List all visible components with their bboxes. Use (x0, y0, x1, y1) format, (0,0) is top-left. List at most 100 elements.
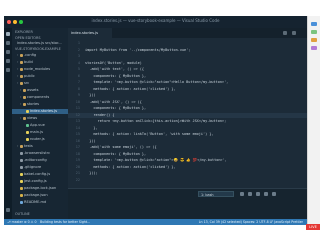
code-line[interactable]: 19 template: '<my-button @click="action"… (68, 158, 307, 164)
tree-item-label: .gitignore (24, 165, 42, 169)
code-line[interactable]: 12 render() { (68, 112, 307, 119)
explorer-icon[interactable] (6, 32, 10, 36)
line-number: 19 (75, 158, 80, 162)
extensions-icon[interactable] (6, 68, 10, 72)
folder-icon (23, 95, 26, 99)
code-text: .add('with some emoji', () => ({ (85, 145, 157, 149)
tree-item[interactable]: package-lock.json (12, 186, 68, 191)
tree-item[interactable]: router.js (12, 137, 68, 142)
line-number: 3 (77, 54, 80, 58)
code-line[interactable]: 9 })) (68, 93, 307, 99)
add-terminal-icon[interactable] (240, 192, 244, 196)
tree-item[interactable]: › public (12, 74, 68, 79)
code-text: template: '<my-button @click="action">😀 … (85, 158, 227, 162)
code-line[interactable]: 18 components: { MyButton }, (68, 152, 307, 158)
tree-item-label: stories (27, 102, 40, 106)
line-number: 11 (75, 106, 80, 110)
tree-item[interactable]: App.vue (12, 123, 68, 128)
code-line[interactable]: 3 (68, 54, 307, 60)
status-task[interactable]: Building tests for better Sight... (40, 219, 90, 225)
tree-item[interactable]: › src (12, 81, 68, 86)
code-line[interactable]: 22 (68, 178, 307, 184)
code-text: import MyButton from '../components/MyBu… (85, 47, 191, 52)
code-line[interactable]: 10 .add('with JSX', () => ({ (68, 100, 307, 106)
more-actions-icon[interactable] (292, 31, 296, 35)
tree-item-label: src (24, 81, 30, 85)
tree-item[interactable]: .editorconfig (12, 158, 68, 163)
split-editor-icon[interactable] (283, 31, 287, 35)
panel-app-icon[interactable] (311, 38, 317, 42)
code-line[interactable]: 1 (68, 41, 307, 47)
source-control-icon[interactable] (6, 50, 10, 54)
tree-item[interactable]: jest.config.js (12, 179, 68, 184)
tree-item-label: App.vue (30, 123, 45, 127)
maximize-panel-icon[interactable] (264, 192, 268, 196)
tree-item[interactable]: package.json (12, 193, 68, 198)
line-number: 17 (75, 145, 80, 149)
file-icon (20, 200, 23, 204)
tree-item-label: tests (24, 144, 33, 148)
code-line[interactable]: 7 template: '<my-button @click="action">… (68, 80, 307, 86)
line-number: 2 (77, 47, 80, 52)
tree-item[interactable]: › tests (12, 144, 68, 149)
tab-index-stories[interactable]: index.stories.js (68, 28, 112, 38)
code-line[interactable]: 5 .add('with text', () => ({ (68, 67, 307, 73)
line-number: 6 (77, 73, 80, 78)
trash-icon[interactable] (256, 192, 260, 196)
line-number: 4 (77, 60, 80, 65)
panel-app-icon[interactable] (311, 46, 317, 50)
right-side-panel (307, 16, 320, 225)
panel-app-icon[interactable] (311, 22, 317, 26)
code-line[interactable]: 11 components: { MyButton }, (68, 106, 307, 112)
desktop-bottom-bar (0, 226, 320, 240)
tree-item[interactable]: babel.config.js (12, 172, 68, 177)
code-line[interactable]: 4 storiesOf('Button', module) (68, 61, 307, 67)
code-line[interactable]: 2 import MyButton from '../components/MyB… (68, 48, 307, 54)
code-line[interactable]: 16 })) (68, 139, 307, 145)
folder-icon (23, 116, 26, 120)
tree-item[interactable]: index.stories.js (12, 109, 68, 114)
code-text: storiesOf('Button', module) (85, 60, 142, 65)
code-line[interactable]: 21 })); (68, 171, 307, 177)
tree-item[interactable]: README.md (12, 200, 68, 205)
code-line[interactable]: 17 .add('with some emoji', () => ({ (68, 145, 307, 151)
close-panel-icon[interactable] (272, 192, 276, 196)
split-terminal-icon[interactable] (248, 192, 252, 196)
tree-item[interactable]: › views (12, 116, 68, 121)
folder-icon (20, 81, 23, 85)
search-icon[interactable] (6, 41, 10, 45)
code-line[interactable]: 8 methods: { action: action('clicked') }… (68, 87, 307, 93)
code-line[interactable]: 14 }, (68, 126, 307, 132)
status-cursor-info[interactable]: Ln 13, Col 39 (42 selected) Spaces: 2 UT… (199, 219, 303, 225)
code-line[interactable]: 20 methods: { action: action('clicked') … (68, 165, 307, 171)
terminal-select[interactable]: 1: bash (198, 191, 234, 197)
tree-item-label: assets (27, 88, 39, 92)
code-line[interactable]: 6 components: { MyButton }, (68, 74, 307, 80)
outline-heading[interactable]: OUTLINE (15, 212, 30, 216)
tree-item[interactable]: › build (12, 60, 68, 65)
code-line[interactable]: 13 return <my-button onClick={this.actio… (68, 119, 307, 125)
tree-item[interactable]: › node_modules (12, 67, 68, 72)
tree-item-label: public (24, 74, 35, 78)
tree-item[interactable]: main.js (12, 130, 68, 135)
open-editor-item[interactable]: index.stories.js src/stor... (17, 41, 62, 46)
tree-item[interactable]: .browserslistrc (12, 151, 68, 156)
project-heading[interactable]: VUE-STORYBOOK-EXAMPLE (15, 47, 61, 51)
desktop-top-bar (0, 0, 320, 16)
gear-icon[interactable] (6, 208, 10, 212)
tree-item[interactable]: .gitignore (12, 165, 68, 170)
file-icon (20, 151, 23, 155)
tree-item-label: build (24, 60, 33, 64)
open-editors-heading[interactable]: OPEN EDITORS (15, 36, 40, 40)
tree-item[interactable]: › components (12, 95, 68, 100)
tree-item[interactable]: › assets (12, 88, 68, 93)
code-text: methods: { action: action('clicked') }, (85, 164, 176, 169)
debug-icon[interactable] (6, 59, 10, 63)
line-number: 18 (75, 151, 80, 156)
code-text: components: { MyButton }, (85, 73, 147, 78)
code-line[interactable]: 15 methods: { action: linkTo('Button', '… (68, 132, 307, 138)
tree-item[interactable]: › .config (12, 53, 68, 58)
tree-item[interactable]: › stories (12, 102, 68, 107)
status-branch[interactable]: ⎇ master ⊗ 0 ⚠ 0 (7, 219, 37, 225)
panel-app-icon[interactable] (311, 30, 317, 34)
